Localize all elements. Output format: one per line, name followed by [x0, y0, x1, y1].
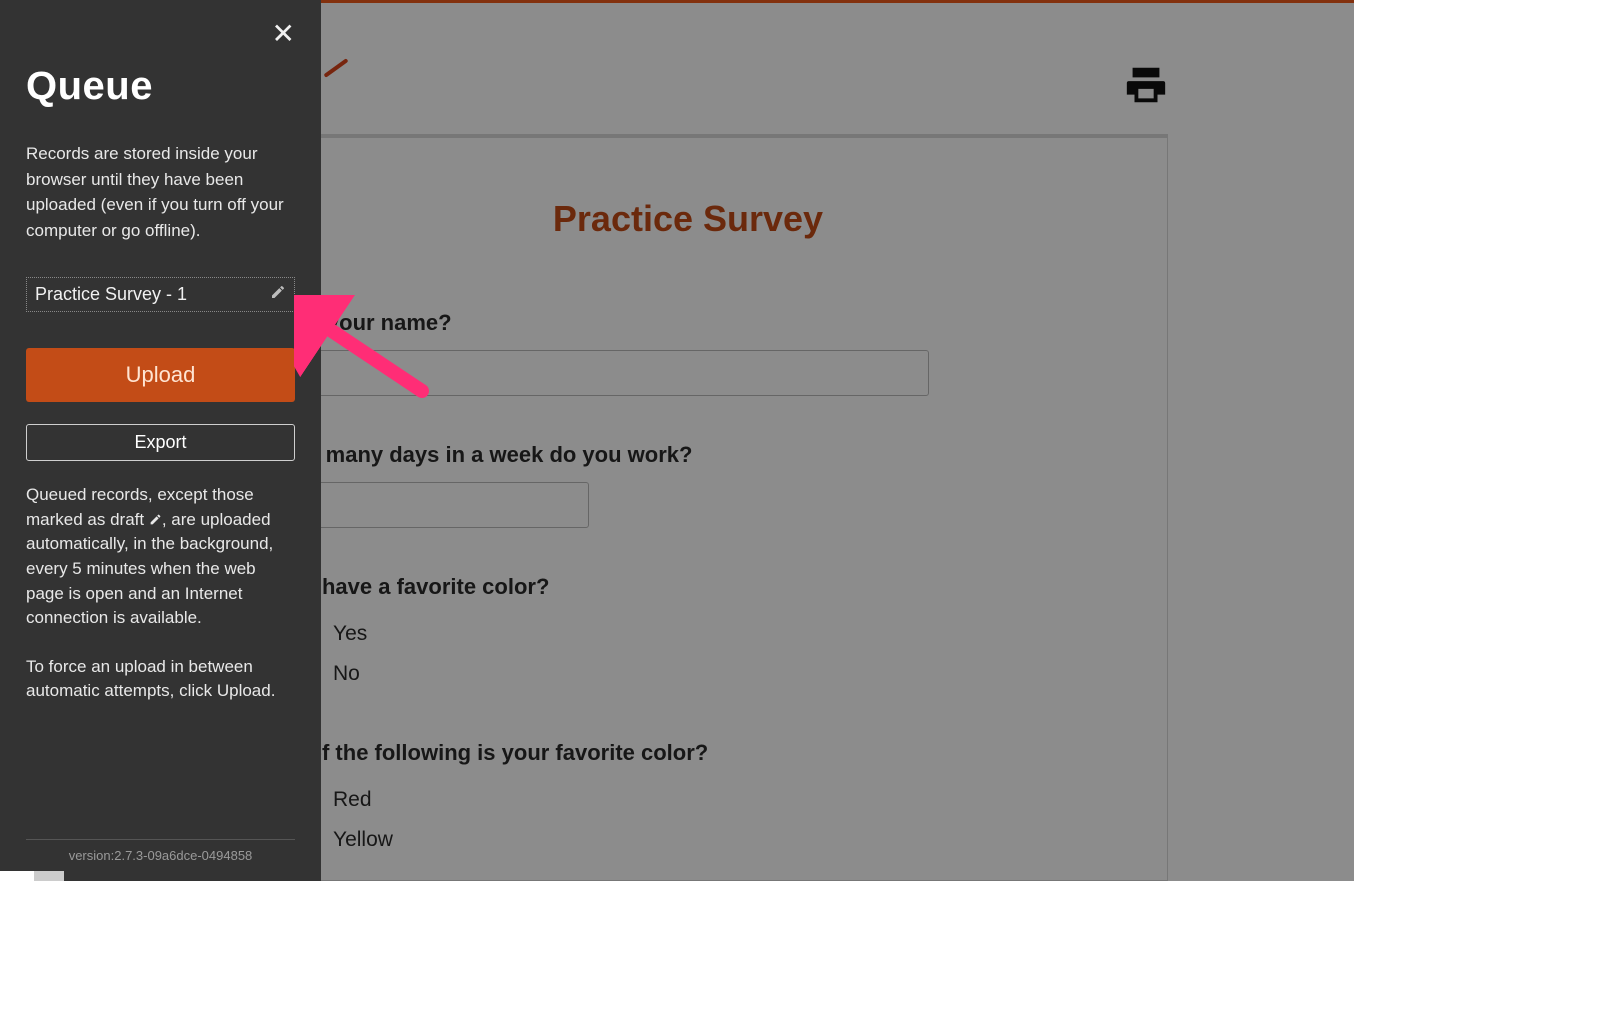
sidebar-intro: Records are stored inside your browser u…	[26, 141, 295, 243]
bottom-strip	[0, 871, 64, 881]
upload-button[interactable]: Upload	[26, 348, 295, 402]
queued-record-row[interactable]: Practice Survey - 1	[26, 277, 295, 312]
force-upload-note: To force an upload in between automatic …	[26, 655, 295, 704]
export-button[interactable]: Export	[26, 424, 295, 461]
pencil-icon	[149, 510, 162, 529]
divider	[26, 839, 295, 840]
pencil-icon	[270, 284, 286, 305]
record-name: Practice Survey - 1	[35, 284, 187, 305]
close-icon[interactable]: ✕	[272, 20, 295, 48]
version-text: version:2.7.3-09a6dce-0494858	[26, 848, 295, 881]
auto-upload-note: Queued records, except those marked as d…	[26, 483, 295, 631]
queue-sidebar: ✕ Queue Records are stored inside your b…	[0, 0, 321, 881]
sidebar-title: Queue	[26, 64, 295, 109]
